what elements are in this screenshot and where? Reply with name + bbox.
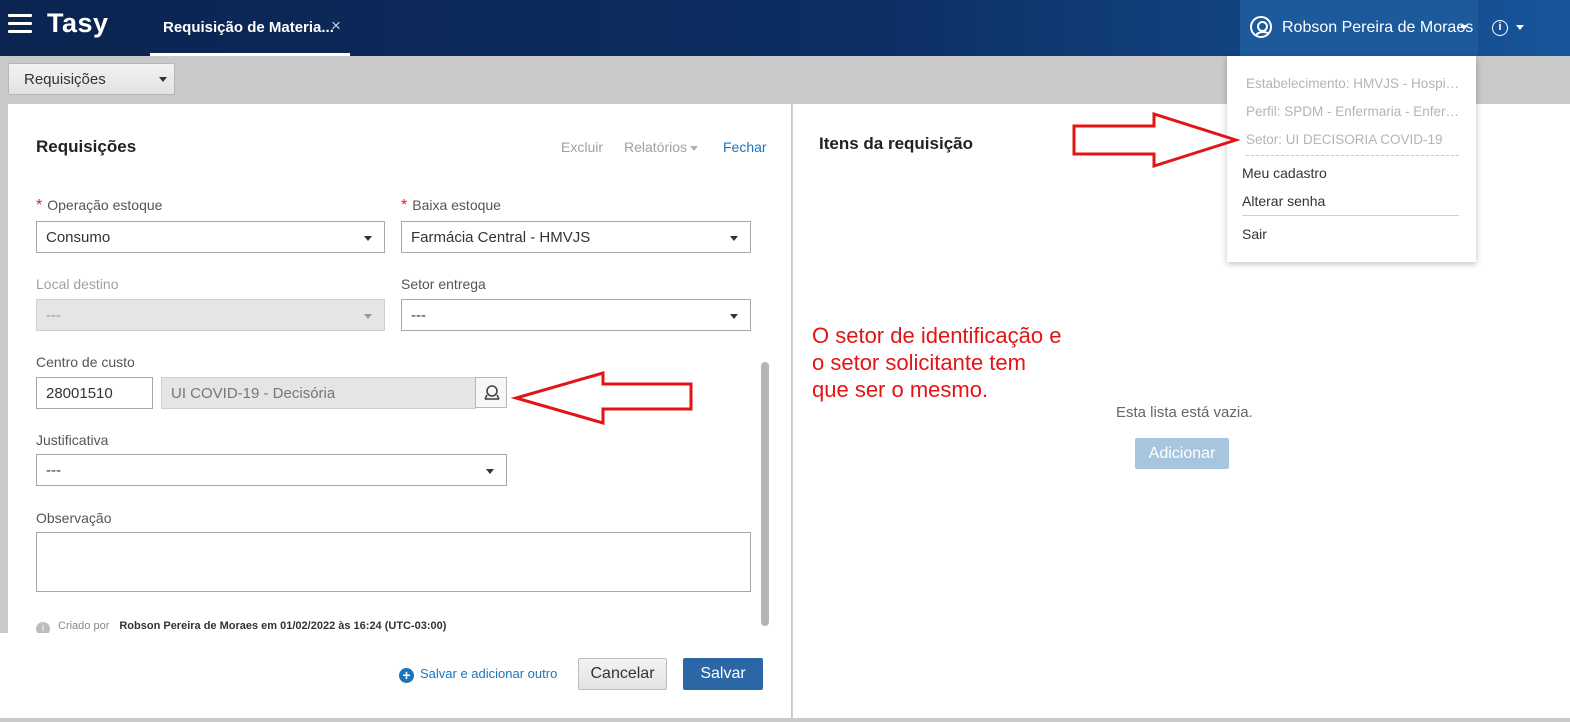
empty-list-message: Esta lista está vazia. xyxy=(1116,404,1253,421)
alterar-senha-menu-item[interactable]: Alterar senha xyxy=(1242,193,1457,209)
excluir-link[interactable]: Excluir xyxy=(561,139,603,155)
local-destino-label: Local destino xyxy=(36,276,119,292)
centro-custo-description-field: UI COVID-19 - Decisória xyxy=(161,377,476,409)
annotation-line: que ser o mesmo. xyxy=(812,377,989,402)
observacao-textarea[interactable] xyxy=(36,532,751,592)
justificativa-label: Justificativa xyxy=(36,432,109,448)
required-indicator: * xyxy=(401,197,408,214)
annotation-note: O setor de identificação e o setor solic… xyxy=(812,322,1061,403)
tab-label: Requisição de Materia... xyxy=(163,19,334,36)
operacao-estoque-value: Consumo xyxy=(46,229,111,246)
form-title: Requisições xyxy=(36,137,137,156)
chevron-down-icon xyxy=(364,314,372,319)
plus-circle-icon: + xyxy=(399,668,414,683)
requisicoes-menu-label: Requisições xyxy=(24,71,106,88)
save-and-add-another-label: Salvar e adicionar outro xyxy=(420,666,558,681)
centro-custo-search-button[interactable] xyxy=(475,377,507,408)
divider xyxy=(1242,215,1459,216)
divider xyxy=(1246,155,1459,156)
local-destino-select: --- xyxy=(36,299,385,331)
form-scrollbar[interactable] xyxy=(761,362,769,626)
baixa-estoque-label: * Baixa estoque xyxy=(401,197,501,214)
save-button[interactable]: Salvar xyxy=(683,658,763,690)
chevron-down-icon xyxy=(730,236,738,241)
user-menu-button[interactable]: Robson Pereira de Moraes xyxy=(1240,0,1478,56)
operacao-estoque-select[interactable]: Consumo xyxy=(36,221,385,253)
form-footer xyxy=(0,633,791,718)
chevron-down-icon xyxy=(364,236,372,241)
annotation-arrow-left xyxy=(510,371,693,425)
chevron-down-icon xyxy=(1460,25,1468,30)
setor-entrega-select[interactable]: --- xyxy=(401,299,751,331)
top-bar: Tasy Requisição de Materia... × Robson P… xyxy=(0,0,1570,56)
user-name: Robson Pereira de Moraes xyxy=(1282,19,1474,36)
estabelecimento-info: Estabelecimento: HMVJS - Hospital Munici… xyxy=(1246,76,1461,91)
info-icon[interactable]: i xyxy=(1492,20,1508,36)
centro-custo-label: Centro de custo xyxy=(36,354,135,370)
tab-requisicao-materiais[interactable]: Requisição de Materia... × xyxy=(150,0,350,56)
meu-cadastro-menu-item[interactable]: Meu cadastro xyxy=(1242,165,1457,181)
user-dropdown-menu: Estabelecimento: HMVJS - Hospital Munici… xyxy=(1227,56,1476,262)
centro-custo-description-value: UI COVID-19 - Decisória xyxy=(171,385,336,402)
user-avatar-icon xyxy=(1250,16,1272,38)
chevron-down-icon xyxy=(159,77,167,82)
annotation-arrow-right xyxy=(1072,111,1240,169)
justificativa-select[interactable]: --- xyxy=(36,454,507,486)
chevron-down-icon xyxy=(486,469,494,474)
annotation-line: o setor solicitante tem xyxy=(812,350,1026,375)
cancel-button[interactable]: Cancelar xyxy=(578,658,667,690)
chevron-down-icon xyxy=(690,146,698,151)
add-item-button[interactable]: Adicionar xyxy=(1135,438,1229,469)
perfil-info: Perfil: SPDM - Enfermaria - Enfermeiro xyxy=(1246,104,1461,119)
annotation-line: O setor de identificação e xyxy=(812,323,1062,348)
hamburger-menu-icon[interactable] xyxy=(8,14,32,34)
setor-entrega-label: Setor entrega xyxy=(401,276,486,292)
observacao-label: Observação xyxy=(36,510,112,526)
centro-custo-code-value: 28001510 xyxy=(46,385,113,402)
baixa-estoque-value: Farmácia Central - HMVJS xyxy=(411,229,591,246)
baixa-estoque-select[interactable]: Farmácia Central - HMVJS xyxy=(401,221,751,253)
required-indicator: * xyxy=(36,197,43,214)
fechar-link[interactable]: Fechar xyxy=(723,139,767,155)
sair-menu-item[interactable]: Sair xyxy=(1242,226,1457,242)
requisicoes-menu-button[interactable]: Requisições xyxy=(8,63,175,95)
relatorios-link[interactable]: Relatórios xyxy=(624,139,687,155)
close-icon[interactable]: × xyxy=(331,16,341,36)
chevron-down-icon[interactable] xyxy=(1516,25,1524,30)
chevron-down-icon xyxy=(730,314,738,319)
setor-info: Setor: UI DECISORIA COVID-19 xyxy=(1246,132,1443,147)
search-icon xyxy=(484,385,500,400)
centro-custo-code-input[interactable]: 28001510 xyxy=(36,377,153,409)
save-and-add-another-link[interactable]: + Salvar e adicionar outro xyxy=(399,666,557,683)
app-logo: Tasy xyxy=(47,8,109,38)
operacao-estoque-label: * Operação estoque xyxy=(36,197,163,214)
justificativa-value: --- xyxy=(46,462,61,479)
setor-entrega-value: --- xyxy=(411,307,426,324)
items-title: Itens da requisição xyxy=(819,134,973,153)
local-destino-value: --- xyxy=(46,307,61,324)
